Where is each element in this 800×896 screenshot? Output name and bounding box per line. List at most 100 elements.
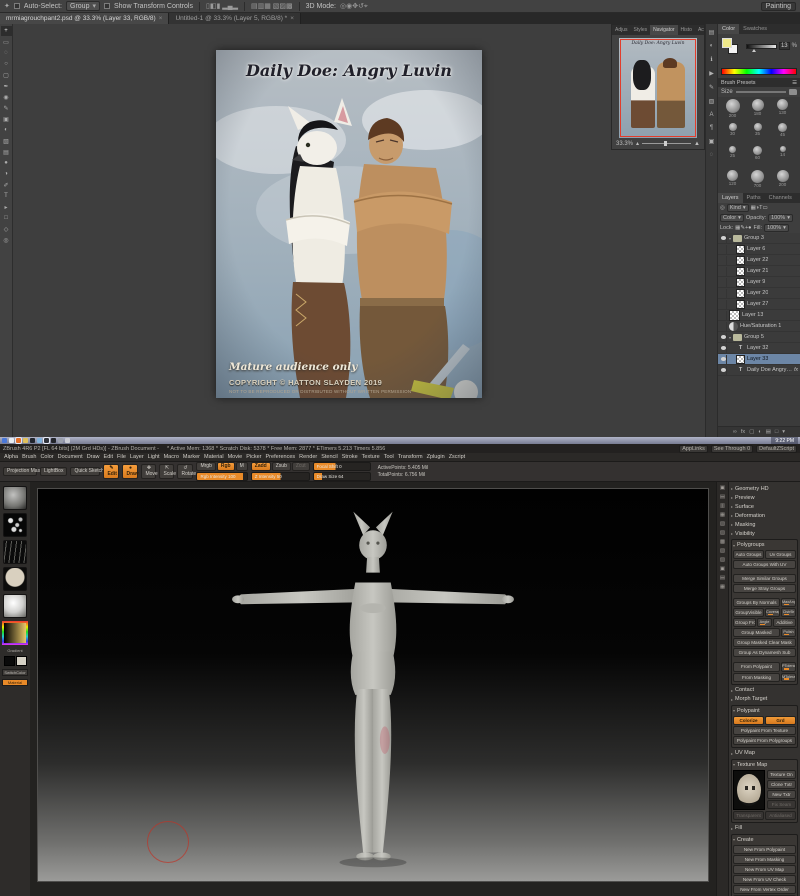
distribute-icons[interactable]: ▤▥▦ ▧▨▩	[251, 2, 293, 10]
rgb-button[interactable]: Rgb	[217, 462, 235, 472]
zadd-button[interactable]: Zadd	[251, 462, 271, 472]
canvas-option-icon-9[interactable]: ▣	[720, 566, 725, 572]
gradient-tool-icon[interactable]: ▤	[1, 147, 12, 157]
menu-tool[interactable]: Tool	[384, 454, 394, 460]
tray-section-polygroups[interactable]: Polygroups	[733, 541, 796, 549]
z-intensity-slider[interactable]: Z Intensity 50	[251, 472, 310, 481]
layer-row[interactable]: Layer 6	[718, 244, 800, 255]
menu-color[interactable]: Color	[40, 454, 53, 460]
brush-preset[interactable]: 45	[770, 122, 795, 145]
visibility-toggle[interactable]	[720, 245, 727, 254]
taskbar-app-icon[interactable]	[65, 438, 70, 443]
merge-stray-groups-button[interactable]: Merge Stray Groups	[733, 584, 796, 593]
new-group-icon[interactable]: ▤	[766, 429, 771, 435]
menu-brush[interactable]: Brush	[22, 454, 36, 460]
actions-panel-icon[interactable]: ▶	[709, 70, 714, 77]
layer-row[interactable]: Layer 27	[718, 299, 800, 310]
move-tool-icon[interactable]: +	[1, 26, 12, 36]
eyedropper-tool-icon[interactable]: ✒	[1, 81, 12, 91]
blend-mode-dropdown[interactable]: Color▾	[720, 214, 744, 222]
new-from-uv-map-button[interactable]: New From UV Map	[733, 865, 796, 874]
visibility-toggle[interactable]	[720, 289, 727, 298]
brush-preset[interactable]: 130	[770, 98, 795, 121]
taskbar-clock[interactable]: 9:22 PM	[771, 437, 798, 444]
visibility-toggle[interactable]	[720, 333, 727, 342]
adjustment-icon[interactable]: ◐	[758, 429, 761, 435]
color-slider[interactable]	[746, 44, 777, 49]
tray-section-masking[interactable]: Masking	[731, 520, 798, 529]
foreground-color-swatch[interactable]	[722, 38, 732, 48]
new-from-polypaint-button[interactable]: New From Polypaint	[733, 845, 796, 854]
ptolerance-slider[interactable]: PTolerance	[781, 662, 796, 671]
path-select-tool-icon[interactable]: ▸	[1, 202, 12, 212]
layer-row[interactable]: TLayer 32	[718, 343, 800, 354]
layer-row[interactable]: Hue/Saturation 1	[718, 321, 800, 332]
canvas-option-icon-8[interactable]: ▨	[720, 557, 725, 563]
brush-tool-icon[interactable]: ✎	[1, 103, 12, 113]
visibility-toggle[interactable]	[720, 311, 727, 320]
brush-preset[interactable]: 30	[720, 122, 745, 145]
menu-movie[interactable]: Movie	[228, 454, 243, 460]
menu-zscript[interactable]: Zscript	[449, 454, 466, 460]
clone-source-panel-icon[interactable]: ▧	[709, 98, 715, 105]
color-value-field[interactable]: 13	[779, 42, 790, 50]
projection-master-button[interactable]: Projection Master	[3, 467, 37, 477]
show-transform-checkbox[interactable]	[104, 3, 110, 9]
brush-preset[interactable]: 14	[770, 145, 795, 168]
navigator-zoom-value[interactable]: 33.3%	[616, 141, 633, 147]
tab-actio[interactable]: Actio	[695, 25, 704, 35]
taskbar-app-icon[interactable]	[58, 438, 63, 443]
layer-row[interactable]: TDaily Doe Angry Luvinfx	[718, 365, 800, 376]
menu-stencil[interactable]: Stencil	[321, 454, 338, 460]
taskbar-app-icon[interactable]	[16, 438, 21, 443]
see-through-0-button[interactable]: See Through 0	[711, 445, 753, 453]
menu-stroke[interactable]: Stroke	[342, 454, 358, 460]
active-material-button[interactable]: Material	[2, 679, 28, 686]
tray-section-morph-target[interactable]: Morph Target	[731, 695, 798, 704]
layer-row[interactable]: Layer 9	[718, 277, 800, 288]
focal-shift-slider[interactable]: Focal Shift 0	[313, 462, 371, 471]
grd-button[interactable]: Grd	[765, 716, 796, 725]
visibility-toggle[interactable]	[720, 300, 727, 309]
tray-section-create[interactable]: Create	[733, 836, 796, 844]
brush-preset[interactable]: 200	[770, 169, 795, 192]
zoom-in-icon[interactable]: ▲	[694, 141, 700, 147]
polypaint-from-texture-button[interactable]: Polypaint From Texture	[733, 726, 796, 735]
group-masked-clear-mask-button[interactable]: Group Masked Clear Mask	[733, 638, 796, 647]
document-tab-untitled[interactable]: Untitled-1 @ 33.3% (Layer 5, RGB/8) *×	[169, 13, 301, 24]
folder-icon[interactable]	[789, 89, 797, 95]
menu-texture[interactable]: Texture	[362, 454, 380, 460]
tray-section-surface[interactable]: Surface	[731, 502, 798, 511]
new-from-uv-check-button[interactable]: New From UV Check	[733, 875, 796, 884]
visibility-toggle[interactable]	[720, 344, 727, 353]
tab-styles[interactable]: Styles	[631, 25, 651, 35]
group-masked-button[interactable]: Group Masked	[733, 628, 780, 637]
shape-tool-icon[interactable]: □	[1, 213, 12, 223]
menu-light[interactable]: Light	[148, 454, 160, 460]
clstrbr-slider[interactable]: ClstrBr	[781, 608, 796, 617]
groupvisible-button[interactable]: GroupVisible	[733, 608, 764, 617]
layer-row[interactable]: Layer 13	[718, 310, 800, 321]
navigator-view-rect[interactable]	[620, 39, 696, 137]
draw-size-slider[interactable]: Draw Size 64	[313, 472, 371, 481]
mtolerance-slider[interactable]: MTolerance	[781, 673, 796, 682]
close-tab-icon[interactable]: ×	[159, 15, 163, 22]
canvas-option-icon-7[interactable]: ▧	[720, 548, 725, 554]
type-tool-icon[interactable]: T	[1, 191, 12, 201]
current-stroke-thumbnail[interactable]	[3, 513, 27, 537]
taskbar-app-icon[interactable]	[44, 438, 49, 443]
layer-row[interactable]: ▾Group 5	[718, 332, 800, 343]
menu-transform[interactable]: Transform	[398, 454, 423, 460]
taskbar-app-icon[interactable]	[37, 438, 42, 443]
rotate-button[interactable]: ↺Rotate	[177, 464, 193, 479]
masks-panel-icon[interactable]: ▣	[709, 138, 715, 145]
tray-section-preview[interactable]: Preview	[731, 493, 798, 502]
dodge-tool-icon[interactable]: ◑	[1, 169, 12, 179]
menu-file[interactable]: File	[117, 454, 126, 460]
clone-txtr-button[interactable]: Clone Txtr	[767, 780, 796, 789]
taskbar-app-icon[interactable]	[2, 438, 7, 443]
link-layers-icon[interactable]: ∞	[733, 429, 737, 435]
scale-button[interactable]: ⇱Scale	[159, 464, 174, 479]
group-front-button[interactable]: Group Front	[733, 618, 756, 627]
color-spectrum-ramp[interactable]	[721, 68, 797, 75]
